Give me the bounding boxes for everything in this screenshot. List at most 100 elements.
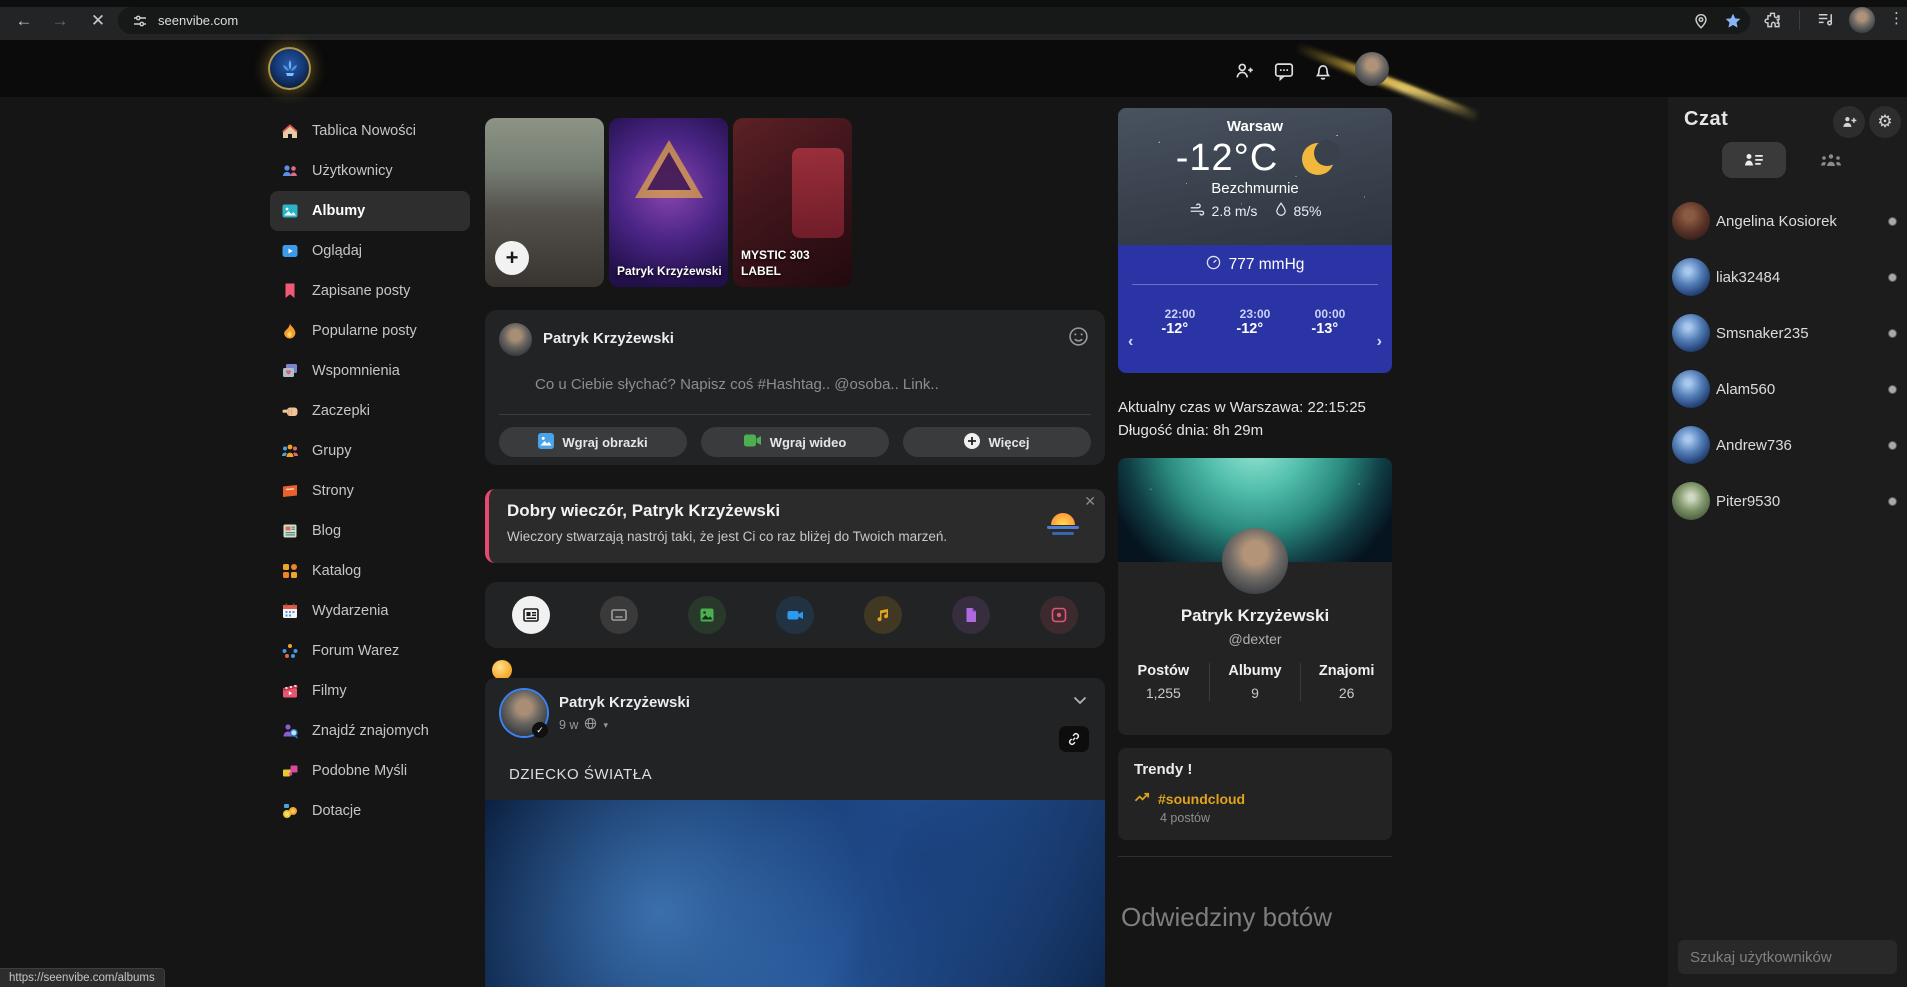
chat-settings-gear-icon[interactable]: ⚙ bbox=[1869, 106, 1901, 138]
poke-hand-icon bbox=[280, 401, 300, 421]
browser-forward-button[interactable]: → bbox=[48, 9, 72, 33]
location-pin-icon[interactable] bbox=[1692, 12, 1710, 30]
bookmark-star-icon[interactable] bbox=[1724, 12, 1742, 30]
browser-tabstrip bbox=[0, 0, 1907, 7]
chat-user-row[interactable]: Angelina Kosiorek bbox=[1668, 193, 1907, 249]
browser-profile-avatar[interactable] bbox=[1849, 7, 1875, 33]
filter-music-posts-icon[interactable] bbox=[864, 596, 902, 634]
screen: ← → ✕ seenvibe.com ⋮ bbox=[0, 0, 1907, 987]
stat-albums[interactable]: Albumy 9 bbox=[1209, 663, 1301, 701]
filter-photo-posts-icon[interactable] bbox=[688, 596, 726, 634]
sidebar-item-label: Filmy bbox=[312, 683, 347, 699]
forecast-prev-icon[interactable]: ‹ bbox=[1128, 333, 1133, 351]
stat-friends[interactable]: Znajomi 26 bbox=[1300, 663, 1392, 701]
chat-tab-groups[interactable] bbox=[1799, 142, 1863, 178]
right-column-divider bbox=[1118, 856, 1392, 857]
browser-stop-button[interactable]: ✕ bbox=[86, 9, 110, 33]
upload-video-button[interactable]: Wgraj wideo bbox=[701, 427, 889, 457]
messages-icon[interactable] bbox=[1269, 56, 1299, 86]
chat-search-input[interactable] bbox=[1678, 949, 1897, 966]
link-preview-statusbar: https://seenvibe.com/albums bbox=[0, 968, 165, 987]
sidebar-item-grupy[interactable]: Grupy bbox=[270, 431, 470, 471]
collapse-post-icon[interactable] bbox=[1073, 692, 1087, 710]
story-card-patryk[interactable]: Patryk Krzyżewski bbox=[609, 118, 728, 287]
chat-user-row[interactable]: Smsnaker235 bbox=[1668, 305, 1907, 361]
story-card-mystic[interactable]: MYSTIC 303 LABEL bbox=[733, 118, 852, 287]
chat-search[interactable] bbox=[1678, 940, 1897, 974]
profile-name[interactable]: Patryk Krzyżewski bbox=[1118, 606, 1392, 626]
upload-images-button[interactable]: Wgraj obrazki bbox=[499, 427, 687, 457]
sidebar-item-tablica-nowosci[interactable]: Tablica Nowości bbox=[270, 111, 470, 151]
browser-menu-icon[interactable]: ⋮ bbox=[1889, 9, 1904, 27]
chat-tab-contacts[interactable] bbox=[1722, 142, 1786, 178]
url-text[interactable]: seenvibe.com bbox=[158, 13, 238, 28]
sidebar-item-dotacje[interactable]: Dotacje bbox=[270, 791, 470, 831]
sidebar-item-wydarzenia[interactable]: Wydarzenia bbox=[270, 591, 470, 631]
trend-hashtag[interactable]: #soundcloud bbox=[1158, 791, 1245, 807]
sidebar-item-forum-warez[interactable]: Forum Warez bbox=[270, 631, 470, 671]
story-card-own[interactable]: + bbox=[485, 118, 604, 287]
sidebar-item-ogladaj[interactable]: Oglądaj bbox=[270, 231, 470, 271]
privacy-caret-icon[interactable]: ▾ bbox=[603, 720, 608, 731]
status-dot bbox=[1888, 329, 1897, 338]
greeting-title: Dobry wieczór, Patryk Krzyżewski bbox=[507, 501, 780, 521]
post-image[interactable] bbox=[485, 800, 1105, 987]
add-friend-icon[interactable] bbox=[1230, 56, 1260, 86]
sidebar-item-strony[interactable]: Strony bbox=[270, 471, 470, 511]
post-author-name[interactable]: Patryk Krzyżewski bbox=[559, 694, 690, 711]
sidebar-item-uzytkownicy[interactable]: Użytkownicy bbox=[270, 151, 470, 191]
globe-privacy-icon bbox=[584, 717, 597, 733]
filter-live-posts-icon[interactable] bbox=[1040, 596, 1078, 634]
chat-user-row[interactable]: Piter9530 bbox=[1668, 473, 1907, 529]
media-playlist-icon[interactable] bbox=[1816, 10, 1835, 29]
sidebar-item-zaczepki[interactable]: Zaczepki bbox=[270, 391, 470, 431]
composer-divider bbox=[499, 414, 1091, 415]
chat-user-row[interactable]: Andrew736 bbox=[1668, 417, 1907, 473]
day-length-text: Długość dnia: 8h 29m bbox=[1118, 419, 1392, 442]
address-bar[interactable]: seenvibe.com bbox=[118, 7, 1750, 34]
user-avatar[interactable] bbox=[1355, 52, 1389, 86]
emoji-picker-icon[interactable] bbox=[1068, 326, 1089, 352]
profile-avatar[interactable] bbox=[1222, 528, 1288, 594]
composer-placeholder[interactable]: Co u Ciebie słychać? Napisz coś #Hashtag… bbox=[535, 376, 939, 393]
post-time: 9 w bbox=[559, 718, 578, 732]
chat-user-row[interactable]: Alam560 bbox=[1668, 361, 1907, 417]
forecast-next-icon[interactable]: › bbox=[1377, 333, 1382, 351]
groups-icon bbox=[280, 441, 300, 461]
filter-all-posts-icon[interactable] bbox=[512, 596, 550, 634]
sidebar-item-znajdz-znajomych[interactable]: Znajdź znajomych bbox=[270, 711, 470, 751]
sidebar-item-katalog[interactable]: Katalog bbox=[270, 551, 470, 591]
sidebar-item-label: Katalog bbox=[312, 563, 361, 579]
filter-video-posts-icon[interactable] bbox=[776, 596, 814, 634]
sidebar-item-label: Oglądaj bbox=[312, 243, 362, 259]
add-story-button[interactable]: + bbox=[495, 241, 529, 275]
sidebar-item-podobne-mysli[interactable]: Podobne Myśli bbox=[270, 751, 470, 791]
site-info-icon[interactable] bbox=[132, 13, 148, 29]
seenvibe-logo[interactable] bbox=[268, 47, 311, 90]
sidebar-item-blog[interactable]: Blog bbox=[270, 511, 470, 551]
weather-pressure: 777 mmHg bbox=[1229, 256, 1305, 274]
sidebar-item-popularne-posty[interactable]: Popularne posty bbox=[270, 311, 470, 351]
sidebar-item-albumy[interactable]: Albumy bbox=[270, 191, 470, 231]
composer-avatar[interactable] bbox=[499, 323, 532, 356]
profile-card: Patryk Krzyżewski @dexter Postów 1,255 A… bbox=[1118, 458, 1392, 735]
chat-user-avatar bbox=[1672, 314, 1710, 352]
sidebar-item-wspomnienia[interactable]: Wspomnienia bbox=[270, 351, 470, 391]
close-icon[interactable]: ✕ bbox=[1084, 493, 1096, 510]
copy-link-button[interactable] bbox=[1059, 726, 1089, 752]
sidebar-item-zapisane-posty[interactable]: Zapisane posty bbox=[270, 271, 470, 311]
sidebar-item-filmy[interactable]: Filmy bbox=[270, 671, 470, 711]
plus-circle-icon bbox=[964, 433, 980, 452]
create-group-chat-button[interactable] bbox=[1833, 106, 1865, 138]
browser-back-button[interactable]: ← bbox=[12, 9, 36, 33]
notifications-bell-icon[interactable] bbox=[1308, 56, 1338, 86]
filter-file-posts-icon[interactable] bbox=[952, 596, 990, 634]
extensions-icon[interactable] bbox=[1763, 10, 1782, 29]
more-button[interactable]: Więcej bbox=[903, 427, 1091, 457]
chat-user-avatar bbox=[1672, 370, 1710, 408]
watch-icon bbox=[280, 241, 300, 261]
chat-user-name: Piter9530 bbox=[1716, 493, 1780, 510]
chat-user-row[interactable]: liak32484 bbox=[1668, 249, 1907, 305]
stat-posts[interactable]: Postów 1,255 bbox=[1118, 663, 1209, 701]
filter-text-posts-icon[interactable] bbox=[600, 596, 638, 634]
